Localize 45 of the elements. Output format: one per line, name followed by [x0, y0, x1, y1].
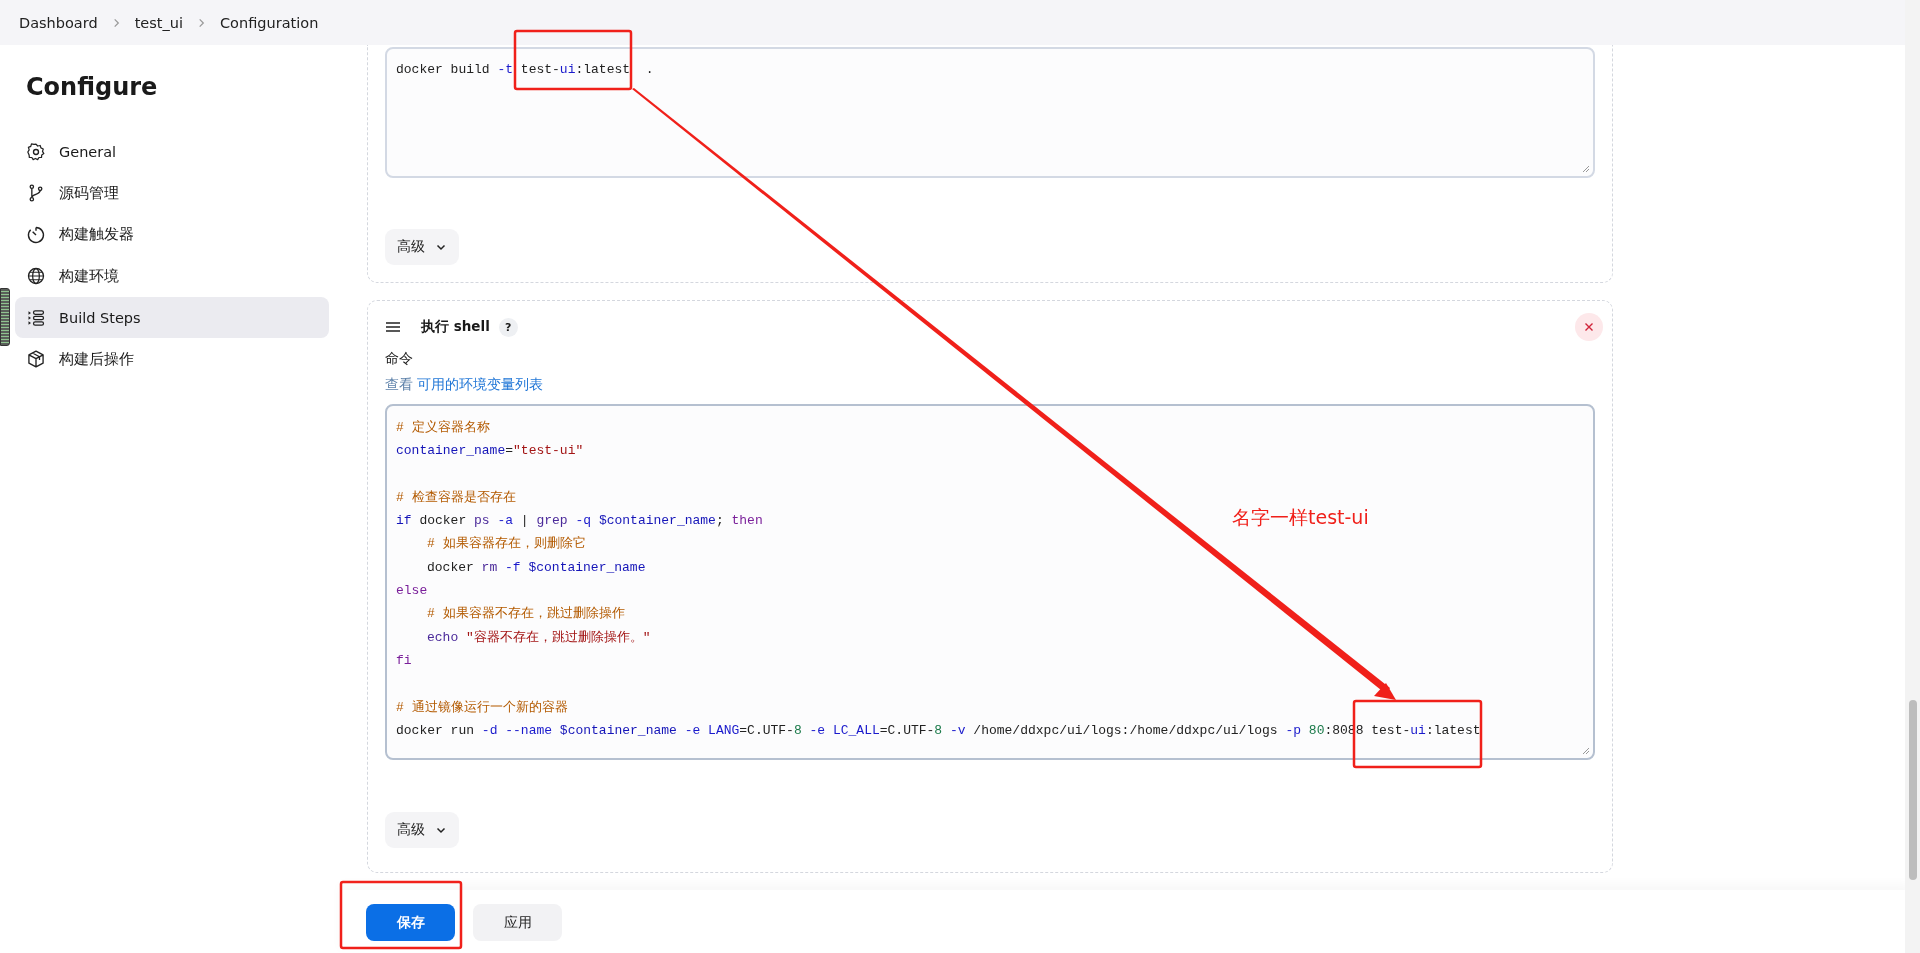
code-line: # 通过镜像运行一个新的容器: [396, 698, 568, 717]
breadcrumb-link[interactable]: Configuration: [220, 14, 319, 31]
sidebar-item[interactable]: 源码管理: [15, 172, 329, 214]
save-button[interactable]: 保存: [366, 904, 455, 941]
close-icon[interactable]: [1575, 313, 1603, 341]
page-title: Configure: [26, 72, 159, 101]
code-line: # 检查容器是否存在: [396, 488, 516, 507]
apply-button[interactable]: 应用: [473, 904, 562, 941]
breadcrumb-link[interactable]: Dashboard: [19, 14, 98, 31]
code-line: container_name="test-ui": [396, 442, 584, 461]
package-icon: [26, 349, 46, 369]
code-editor[interactable]: [385, 404, 1595, 760]
code-line: docker build -t test-ui:latest .: [396, 61, 654, 79]
step-title: 执行 shell: [421, 318, 490, 336]
resize-grip-icon: [1582, 747, 1590, 755]
code-line: if docker ps -a | grep -q $container_name; then: [396, 512, 763, 531]
code-line: echo "容器不存在，跳过删除操作。": [426, 628, 651, 647]
code-line: else: [396, 582, 428, 601]
field-label: 命令: [385, 350, 414, 368]
sidebar-item[interactable]: 构建后操作: [15, 338, 329, 380]
sidebar-item[interactable]: General: [15, 131, 329, 172]
code-line: # 定义容器名称: [396, 419, 490, 437]
sidebar-item[interactable]: 构建环境: [15, 255, 329, 297]
resize-grip-icon: [1582, 165, 1590, 173]
breadcrumb-link[interactable]: test_ui: [134, 14, 183, 31]
edge-handle: [0, 288, 10, 346]
code-line: docker rm -f $container_name: [426, 558, 646, 577]
sidebar-item[interactable]: 构建触发器: [15, 214, 329, 255]
globe-icon: [26, 266, 46, 286]
annotation-note: 名字一样test-ui: [1232, 505, 1369, 530]
timer-icon: [26, 224, 46, 245]
env-vars-link[interactable]: 可用的环境变量列表: [417, 376, 544, 392]
drag-handle-icon[interactable]: [385, 321, 401, 333]
code-line: fi: [396, 651, 412, 670]
chevron-right-icon: [197, 16, 206, 29]
advanced-button[interactable]: 高级: [385, 229, 459, 265]
help-button[interactable]: ?: [498, 317, 518, 337]
code-line: # 如果容器不存在，跳过删除操作: [426, 605, 625, 624]
code-editor[interactable]: docker build -t test-ui:latest .: [385, 47, 1595, 178]
code-line: # 如果容器存在，则删除它: [426, 535, 586, 554]
list-icon: [26, 307, 46, 328]
hint-text: 查看: [385, 376, 413, 392]
gear-icon: [26, 141, 46, 162]
sidebar-item[interactable]: Build Steps: [15, 297, 329, 338]
advanced-button[interactable]: 高级: [385, 812, 459, 848]
